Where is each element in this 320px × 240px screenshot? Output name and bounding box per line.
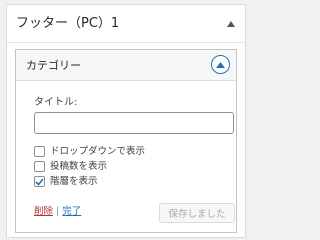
post-count-checkbox[interactable] <box>34 161 45 172</box>
widget-area-panel: フッター（PC）1 カテゴリー タイトル: ドロップダウンで表示 投稿数を表示 … <box>6 4 246 238</box>
widget-action-links: 削除 | 完了 <box>34 206 81 218</box>
post-count-option-label: 投稿数を表示 <box>50 160 108 172</box>
dropdown-option-label: ドロップダウンで表示 <box>50 145 146 157</box>
save-button[interactable]: 保存しました <box>159 203 235 223</box>
dropdown-option[interactable]: ドロップダウンで表示 <box>34 145 145 158</box>
post-count-option[interactable]: 投稿数を表示 <box>34 160 107 173</box>
widget-title: カテゴリー <box>26 59 81 72</box>
triangle-up-icon[interactable] <box>225 18 237 30</box>
title-field-label: タイトル: <box>34 97 78 108</box>
widget-area-title: フッター（PC）1 <box>16 16 120 31</box>
widget-area-header[interactable]: フッター（PC）1 <box>7 5 245 43</box>
delete-link[interactable]: 削除 <box>34 206 53 217</box>
hierarchy-option-label: 階層を表示 <box>50 175 98 187</box>
link-separator: | <box>53 206 63 217</box>
category-widget: カテゴリー タイトル: ドロップダウンで表示 投稿数を表示 階層を表示 削除 |… <box>15 49 237 233</box>
checkmark-icon <box>35 177 44 186</box>
done-link[interactable]: 完了 <box>62 206 81 217</box>
dropdown-checkbox[interactable] <box>34 146 45 157</box>
title-input[interactable] <box>34 112 234 134</box>
chevron-up-icon[interactable] <box>211 55 230 74</box>
widget-header[interactable]: カテゴリー <box>16 50 236 81</box>
hierarchy-checkbox[interactable] <box>34 176 45 187</box>
hierarchy-option[interactable]: 階層を表示 <box>34 175 98 188</box>
